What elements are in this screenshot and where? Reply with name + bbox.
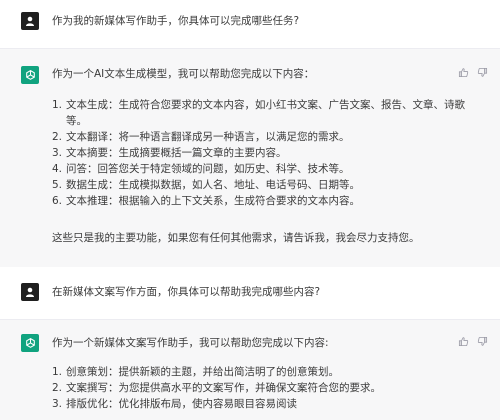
list-item: 1. 创意策划：提供新颖的主题，并给出简洁明了的创意策划。 bbox=[52, 366, 339, 378]
assistant-message-2: 作为一个新媒体文案写作助手，我可以帮助您完成以下内容: 1. 创意策划：提供新颖的… bbox=[0, 319, 500, 420]
thumbs-down-icon[interactable] bbox=[477, 336, 488, 347]
assistant-intro: 作为一个新媒体文案写作助手，我可以帮助您完成以下内容: bbox=[52, 337, 329, 349]
message-actions bbox=[458, 67, 488, 78]
assistant-message-1: 作为一个AI文本生成模型，我可以帮助您完成以下内容： 1. 文本生成：生成符合您… bbox=[0, 48, 500, 268]
user-message-text: 在新媒体文案写作方面，你具体可以帮助我完成哪些内容? bbox=[52, 286, 321, 298]
user-message-2: 在新媒体文案写作方面，你具体可以帮助我完成哪些内容? bbox=[0, 267, 500, 319]
assistant-intro: 作为一个AI文本生成模型，我可以帮助您完成以下内容： bbox=[52, 68, 315, 80]
list-item: 3. 排版优化：优化排版布局，使内容易眼目容易阅读 bbox=[52, 398, 297, 410]
list-item: 4. 问答：回答您关于特定领域的问题，如历史、科学、技术等。 bbox=[52, 163, 350, 175]
thumbs-down-icon[interactable] bbox=[477, 67, 488, 78]
openai-logo-icon bbox=[21, 66, 39, 84]
list-item: 5. 数据生成：生成模拟数据，如人名、地址、电话号码、日期等。 bbox=[52, 179, 360, 191]
assistant-list-1: 1. 文本生成：生成符合您要求的文本内容，如小红书文案、广告文案、报告、文章、诗… bbox=[52, 97, 480, 209]
thumbs-up-icon[interactable] bbox=[458, 336, 469, 347]
list-item: 2. 文案撰写：为您提供高水平的文案写作，并确保文案符合您的要求。 bbox=[52, 382, 381, 394]
list-item: 6. 文本推理：根据输入的上下文关系，生成符合要求的文本内容。 bbox=[52, 195, 360, 207]
list-item: 3. 文本摘要：生成摘要概括一篇文章的主要内容。 bbox=[52, 147, 287, 159]
user-avatar-icon bbox=[21, 12, 39, 30]
user-message-text: 作为我的新媒体写作助手，你具体可以完成哪些任务? bbox=[52, 15, 300, 27]
message-actions bbox=[458, 336, 488, 347]
openai-logo-icon bbox=[21, 334, 39, 352]
assistant-list-2: 1. 创意策划：提供新颖的主题，并给出简洁明了的创意策划。 2. 文案撰写：为您提供… bbox=[52, 364, 480, 412]
user-avatar-icon bbox=[21, 283, 39, 301]
list-item: 2. 文本翻译：将一种语言翻译成另一种语言，以满足您的需求。 bbox=[52, 131, 350, 143]
user-message-1: 作为我的新媒体写作助手，你具体可以完成哪些任务? bbox=[0, 0, 500, 48]
list-item: 1. 文本生成：生成符合您要求的文本内容，如小红书文案、广告文案、报告、文章、诗… bbox=[52, 99, 465, 127]
thumbs-up-icon[interactable] bbox=[458, 67, 469, 78]
assistant-outro: 这些只是我的主要功能，如果您有任何其他需求，请告诉我，我会尽力支持您。 bbox=[52, 232, 420, 244]
